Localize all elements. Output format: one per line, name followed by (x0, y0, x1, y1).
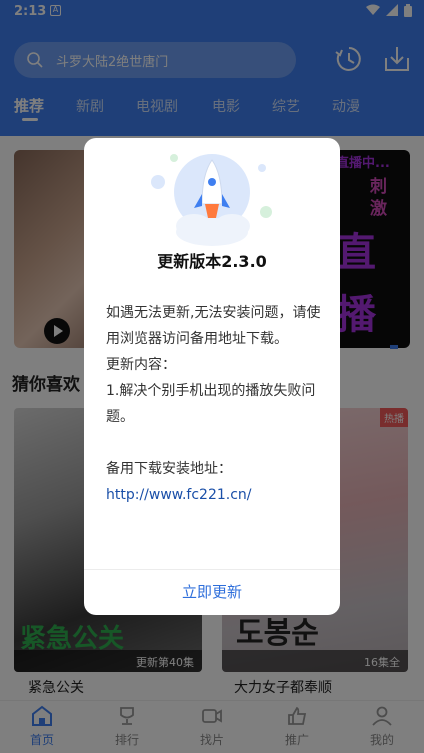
dialog-text: 备用下载安装地址： (106, 461, 232, 477)
update-now-button[interactable]: 立即更新 (84, 570, 340, 615)
dialog-text: 如遇无法更新,无法安装问题，请使用浏览器访问备用地址下载。 (106, 305, 321, 347)
dialog-body: 如遇无法更新,无法安装问题，请使用浏览器访问备用地址下载。 更新内容： 1.解决… (106, 300, 322, 508)
dialog-text: 1.解决个别手机出现的播放失败问题。 (106, 383, 316, 425)
dialog-text: 更新内容： (106, 357, 176, 373)
download-link[interactable]: http://www.fc221.cn/ (106, 482, 322, 508)
rocket-icon (151, 154, 272, 246)
update-dialog: 更新版本2.3.0 如遇无法更新,无法安装问题，请使用浏览器访问备用地址下载。 … (84, 138, 340, 615)
dialog-title: 更新版本2.3.0 (157, 252, 267, 271)
dialog-text (106, 430, 322, 456)
